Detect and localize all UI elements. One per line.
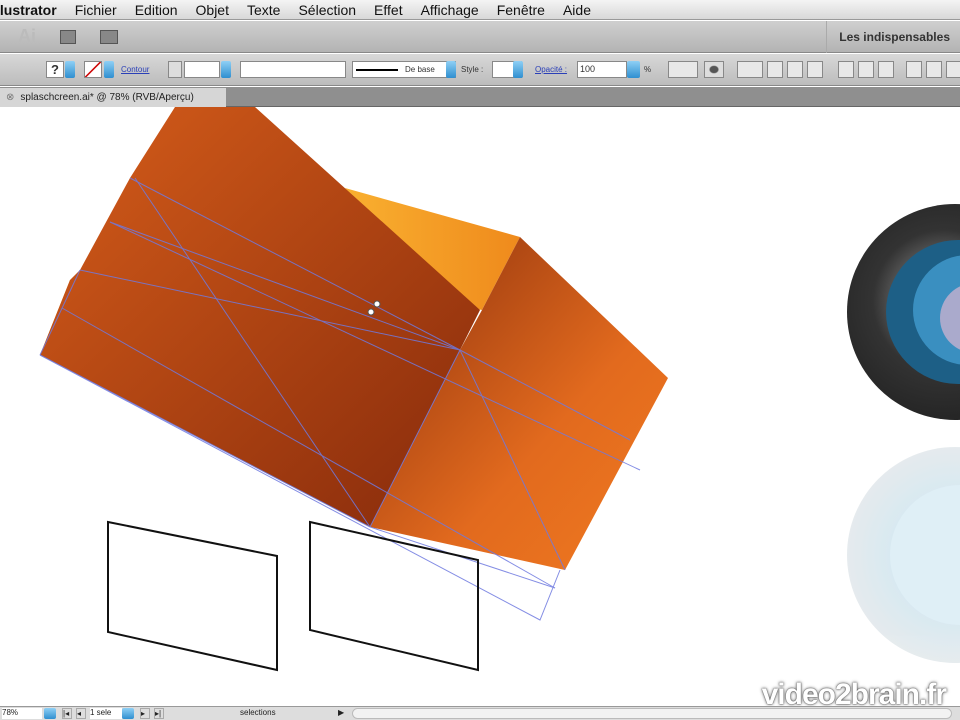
next-artboard-button[interactable]: ▸ <box>140 708 150 719</box>
status-info: selections <box>240 708 276 717</box>
variable-width-select[interactable] <box>240 61 346 78</box>
opacity-link[interactable]: Opacité : <box>535 65 567 82</box>
brush-dropdown[interactable] <box>446 61 456 78</box>
status-menu-icon[interactable]: ▶ <box>338 708 344 719</box>
document-title: splaschcreen.ai* @ 78% (RVB/Aperçu) <box>20 92 194 103</box>
arrange-documents-icon[interactable] <box>100 29 118 44</box>
stroke-link[interactable]: Contour <box>121 65 149 82</box>
artboard-number[interactable]: 1 sele <box>90 708 122 719</box>
stroke-weight-input[interactable] <box>184 61 220 78</box>
graphic-style-dropdown[interactable] <box>513 61 523 78</box>
align-center-icon[interactable] <box>787 61 803 78</box>
menu-texte[interactable]: Texte <box>247 2 280 18</box>
menu-selection[interactable]: Sélection <box>298 2 356 18</box>
opacity-input[interactable]: 100 <box>577 61 627 78</box>
stroke-swatch[interactable] <box>84 61 102 78</box>
stroke-weight-dropdown[interactable] <box>221 61 231 78</box>
distribute-bottom-icon[interactable] <box>946 61 960 78</box>
stroke-weight-stepper[interactable] <box>168 61 182 78</box>
stroke-line-preview <box>356 69 398 71</box>
isolate-icon[interactable] <box>704 61 724 78</box>
button-ring-graphic[interactable] <box>847 204 960 420</box>
zoom-level[interactable]: 78% <box>2 708 42 719</box>
bridge-icon[interactable] <box>60 29 76 44</box>
menu-bar: llustrator Fichier Edition Objet Texte S… <box>0 0 960 20</box>
artboard-canvas[interactable] <box>0 107 960 706</box>
align-to-icon[interactable] <box>737 61 763 78</box>
align-right-icon[interactable] <box>807 61 823 78</box>
distribute-top-icon[interactable] <box>906 61 922 78</box>
menu-fichier[interactable]: Fichier <box>75 2 117 18</box>
application-bar: Ai Les indispensables <box>0 21 960 53</box>
fill-dropdown[interactable] <box>65 61 75 78</box>
menu-objet[interactable]: Objet <box>196 2 229 18</box>
close-tab-icon[interactable]: ⊗ <box>6 92 14 103</box>
horizontal-scrollbar[interactable] <box>352 708 952 719</box>
menu-app[interactable]: llustrator <box>0 2 57 18</box>
distribute-middle-icon[interactable] <box>926 61 942 78</box>
menu-fenetre[interactable]: Fenêtre <box>497 2 545 18</box>
ai-logo: Ai <box>18 26 36 46</box>
align-bottom-icon[interactable] <box>878 61 894 78</box>
control-panel: ? Contour De base Style : Opacité : 100 … <box>0 54 960 86</box>
align-top-icon[interactable] <box>838 61 854 78</box>
artboard-dropdown[interactable] <box>122 708 134 719</box>
align-left-icon[interactable] <box>767 61 783 78</box>
outline-rectangle-left[interactable] <box>107 520 278 672</box>
menu-affichage[interactable]: Affichage <box>421 2 479 18</box>
style-label: Style : <box>461 65 484 74</box>
opacity-dropdown[interactable] <box>627 61 640 78</box>
recolor-icon[interactable] <box>668 61 698 78</box>
menu-edition[interactable]: Edition <box>135 2 178 18</box>
menu-aide[interactable]: Aide <box>563 2 591 18</box>
align-middle-icon[interactable] <box>858 61 874 78</box>
last-artboard-button[interactable]: ▸| <box>154 708 164 719</box>
percent-label: % <box>644 65 652 74</box>
prev-artboard-button[interactable]: ◂ <box>76 708 86 719</box>
menu-effet[interactable]: Effet <box>374 2 403 18</box>
document-tab-bar: ⊗ splaschcreen.ai* @ 78% (RVB/Aperçu) <box>0 87 960 107</box>
document-tab[interactable]: ⊗ splaschcreen.ai* @ 78% (RVB/Aperçu) <box>0 88 226 107</box>
button-reflection-graphic <box>847 447 960 663</box>
workspace-switcher[interactable]: Les indispensables <box>826 21 960 53</box>
fill-swatch[interactable]: ? <box>46 61 64 78</box>
zoom-dropdown[interactable] <box>44 708 56 719</box>
status-bar: 78% |◂ ◂ 1 sele ▸ ▸| selections ▶ <box>0 706 960 720</box>
stroke-style-value: De base <box>405 65 435 74</box>
stroke-dropdown[interactable] <box>104 61 114 78</box>
first-artboard-button[interactable]: |◂ <box>62 708 72 719</box>
